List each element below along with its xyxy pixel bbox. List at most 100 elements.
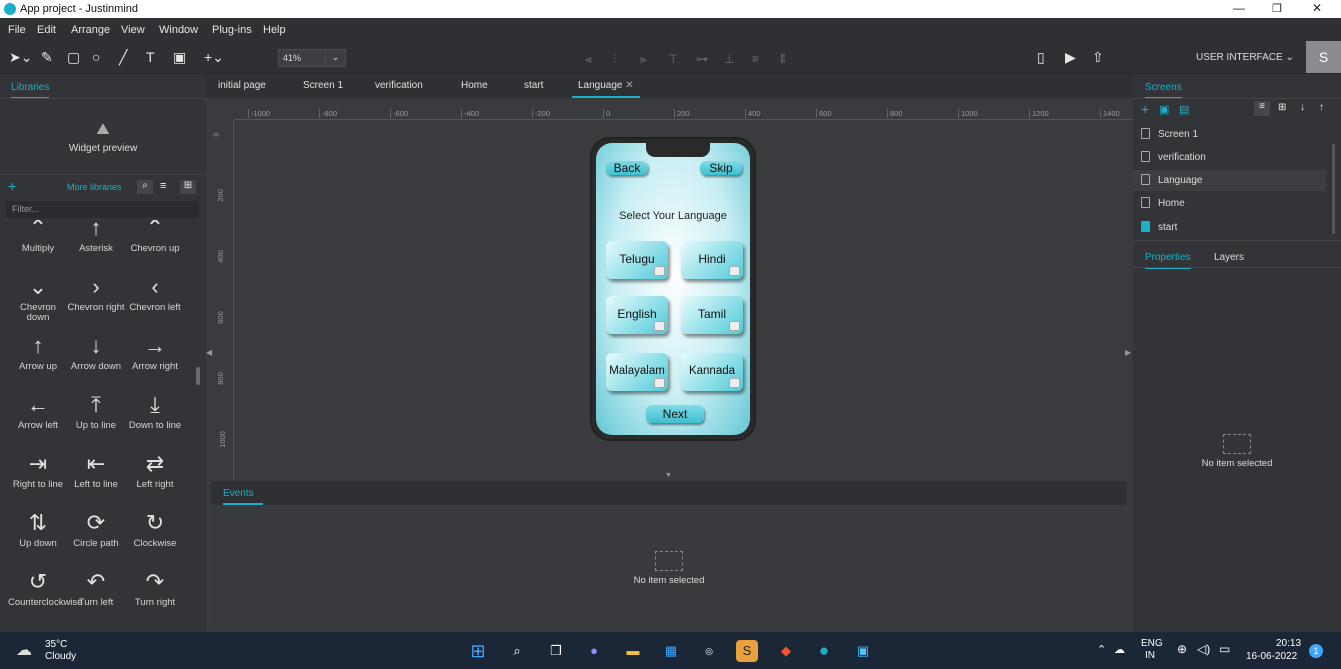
tab-events[interactable]: Events [223,488,263,505]
library-icon-item[interactable]: ↻ Clockwise [125,511,185,549]
menu-arrange[interactable]: Arrange [71,24,110,36]
checkbox[interactable] [654,321,665,331]
export-icon[interactable]: ⇧ [1092,48,1104,66]
ui-mode-select[interactable]: USER INTERFACE ⌄ [1196,52,1294,63]
grid-view-icon[interactable]: ⊞ [1278,102,1286,113]
weather-tray-icon[interactable]: ☁ [1114,643,1125,656]
library-icon-item[interactable]: ↺ Counterclockwise [8,570,82,608]
justinmind-icon[interactable]: ● [813,640,835,662]
menu-plugins[interactable]: Plug-ins [212,24,252,36]
windows-start-icon[interactable]: ⊞ [467,640,489,662]
menu-file[interactable]: File [8,24,26,36]
tab-layers[interactable]: Layers [1214,252,1244,263]
distribute-horizontal-icon[interactable]: ⦀ [780,50,785,68]
tab-home[interactable]: Home [461,80,488,91]
list-view-icon[interactable]: ≡ [160,180,166,192]
menu-help[interactable]: Help [263,24,286,36]
maximize-button[interactable]: ❐ [1272,2,1282,15]
add-folder-icon[interactable]: ▤ [1179,103,1189,116]
align-right-icon[interactable]: ⫸ [640,50,647,68]
avatar[interactable]: S [1306,41,1341,73]
checkbox[interactable] [654,378,665,388]
volume-icon[interactable]: ◁) [1197,642,1210,656]
lang-kannada-button[interactable]: Kannada [681,353,743,391]
library-icon-item[interactable]: ⇥ Right to line [8,452,68,490]
tab-screens[interactable]: Screens [1145,82,1182,99]
tab-language[interactable]: Language ✕ [572,80,640,98]
grid-view-icon[interactable]: ⊞ [180,180,196,194]
minimize-button[interactable]: — [1233,1,1245,15]
checkbox[interactable] [729,266,740,276]
weather-temp[interactable]: 35°C [45,639,67,650]
chat-icon[interactable]: ● [583,640,605,662]
screen-item[interactable]: start [1141,221,1177,233]
checkbox[interactable] [654,266,665,276]
collapse-left-icon[interactable]: ◀ [206,348,212,357]
library-icon-item[interactable]: ⇅ Up down [8,511,68,549]
close-button[interactable]: ✕ [1312,1,1322,15]
close-icon[interactable]: ✕ [625,80,633,91]
cloud-icon[interactable]: ☁ [16,640,32,660]
library-icon-item[interactable]: ⌄ Chevron down [8,275,68,323]
file-explorer-icon[interactable]: ▬ [622,640,644,662]
library-icon-item[interactable]: → Arrow right [125,334,185,372]
phone-frame[interactable]: Back Skip Select Your Language Telugu Hi… [590,137,756,441]
notification-badge[interactable]: 1 [1309,644,1323,658]
align-center-icon[interactable]: ⫶ [613,50,616,68]
line-tool-icon[interactable]: ╱ [119,48,127,66]
library-icon-item[interactable]: ↑ Asterisk [66,220,126,254]
search-icon[interactable]: ⌕ [137,180,153,194]
zoom-select[interactable]: 41% ⌄ [278,49,346,67]
lang-tamil-button[interactable]: Tamil [681,296,743,334]
menu-window[interactable]: Window [159,24,198,36]
library-icon-item[interactable]: ↷ Turn right [125,570,185,608]
screen-item[interactable]: Home [1141,197,1185,209]
tab-start[interactable]: start [524,80,543,91]
lang-hindi-button[interactable]: Hindi [681,241,743,279]
tab-screen-1[interactable]: Screen 1 [303,80,343,91]
checkbox[interactable] [729,378,740,388]
library-icon-item[interactable]: ⟳ Circle path [66,511,126,549]
library-icon-item[interactable]: ↓ Arrow down [66,334,126,372]
language-region[interactable]: IN [1145,650,1155,661]
library-icon-item[interactable]: ⇄ Left right [125,452,185,490]
tab-libraries[interactable]: Libraries [11,82,50,99]
checkbox[interactable] [729,321,740,331]
library-icon-item[interactable]: ↶ Turn left [66,570,126,608]
design-canvas[interactable]: -1000 -800 -600 -400 -200 0 200 400 600 800 1000 12… [206,98,1133,480]
next-button[interactable]: Next [646,405,704,423]
screen-item[interactable]: verification [1141,151,1206,163]
chevron-down-icon[interactable]: ⌄ [325,50,345,66]
weather-desc[interactable]: Cloudy [45,651,76,662]
select-tool-icon[interactable]: ➤⌄ [9,48,32,66]
language-indicator[interactable]: ENG [1141,638,1163,649]
add-widget-icon[interactable]: +⌄ [204,48,224,66]
library-icon-item[interactable]: ⌃ Multiply [8,220,68,254]
tab-initial-page[interactable]: initial page [218,80,266,91]
distribute-vertical-icon[interactable]: ≡ [752,50,759,68]
device-icon[interactable]: ▯ [1037,48,1045,66]
text-tool-icon[interactable]: T [146,48,155,66]
back-button[interactable]: Back [606,161,648,175]
battery-icon[interactable]: ▭ [1219,642,1230,656]
library-icon-item[interactable]: ‹ Chevron left [125,275,185,313]
brave-icon[interactable]: ◆ [775,640,797,662]
align-left-icon[interactable]: ⫷ [585,50,592,68]
ellipse-tool-icon[interactable]: ○ [92,48,100,66]
play-icon[interactable]: ▶ [1065,48,1076,66]
scrollbar[interactable] [196,367,200,385]
screen-item[interactable]: Screen 1 [1141,128,1198,140]
collapse-bottom-icon[interactable]: ▼ [665,472,672,479]
pen-tool-icon[interactable]: ✎ [41,48,53,66]
rectangle-tool-icon[interactable]: ▢ [67,48,80,66]
screen-item[interactable]: Language [1141,174,1203,186]
tray-chevron-up-icon[interactable]: ⌃ [1097,643,1106,656]
collapse-right-icon[interactable]: ▶ [1125,348,1131,357]
library-icon-item[interactable]: ← Arrow left [8,393,68,431]
library-icon-item[interactable]: ⤒ Up to line [66,393,126,431]
move-down-icon[interactable]: ↓ [1300,102,1305,113]
sublime-icon[interactable]: S [736,640,758,662]
menu-edit[interactable]: Edit [37,24,56,36]
align-bottom-icon[interactable]: ⊥ [724,50,734,68]
menu-view[interactable]: View [121,24,145,36]
